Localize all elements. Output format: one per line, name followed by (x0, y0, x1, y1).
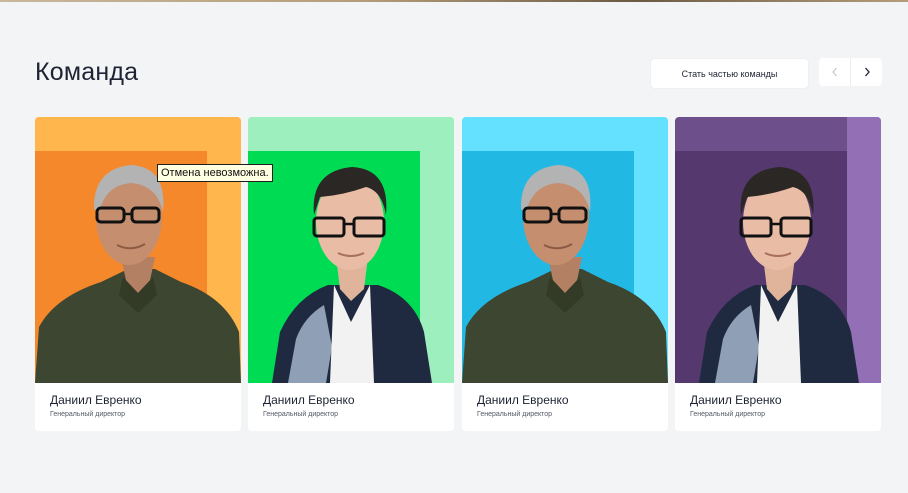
tooltip: Отмена невозможна. (157, 164, 273, 182)
carousel-prev-button[interactable] (819, 58, 850, 86)
dark-haired-man-portrait (272, 167, 432, 383)
team-card[interactable]: Даниил Евренко Генеральный директор (248, 117, 454, 431)
dark-haired-man-portrait (699, 167, 859, 383)
chevron-left-icon (831, 67, 837, 77)
member-role: Генеральный директор (477, 411, 553, 418)
member-name: Даниил Евренко (690, 393, 782, 407)
top-decorative-strip (0, 0, 908, 2)
team-photo (35, 117, 241, 383)
carousel-nav (819, 58, 882, 86)
member-name: Даниил Евренко (477, 393, 569, 407)
member-name: Даниил Евренко (50, 393, 142, 407)
gray-haired-man-portrait (462, 165, 668, 383)
member-name: Даниил Евренко (263, 393, 355, 407)
team-card[interactable]: Даниил Евренко Генеральный директор (675, 117, 881, 431)
carousel-next-button[interactable] (850, 58, 882, 86)
team-card[interactable]: Даниил Евренко Генеральный директор (462, 117, 668, 431)
team-photo (462, 117, 668, 383)
join-team-button[interactable]: Стать частью команды (651, 59, 808, 88)
team-photo (675, 117, 881, 383)
team-photo (248, 117, 454, 383)
member-role: Генеральный директор (50, 411, 126, 418)
chevron-right-icon (864, 67, 870, 77)
member-role: Генеральный директор (690, 411, 766, 418)
member-role: Генеральный директор (263, 411, 339, 418)
gray-haired-man-portrait (35, 165, 241, 383)
page-title: Команда (35, 58, 139, 86)
